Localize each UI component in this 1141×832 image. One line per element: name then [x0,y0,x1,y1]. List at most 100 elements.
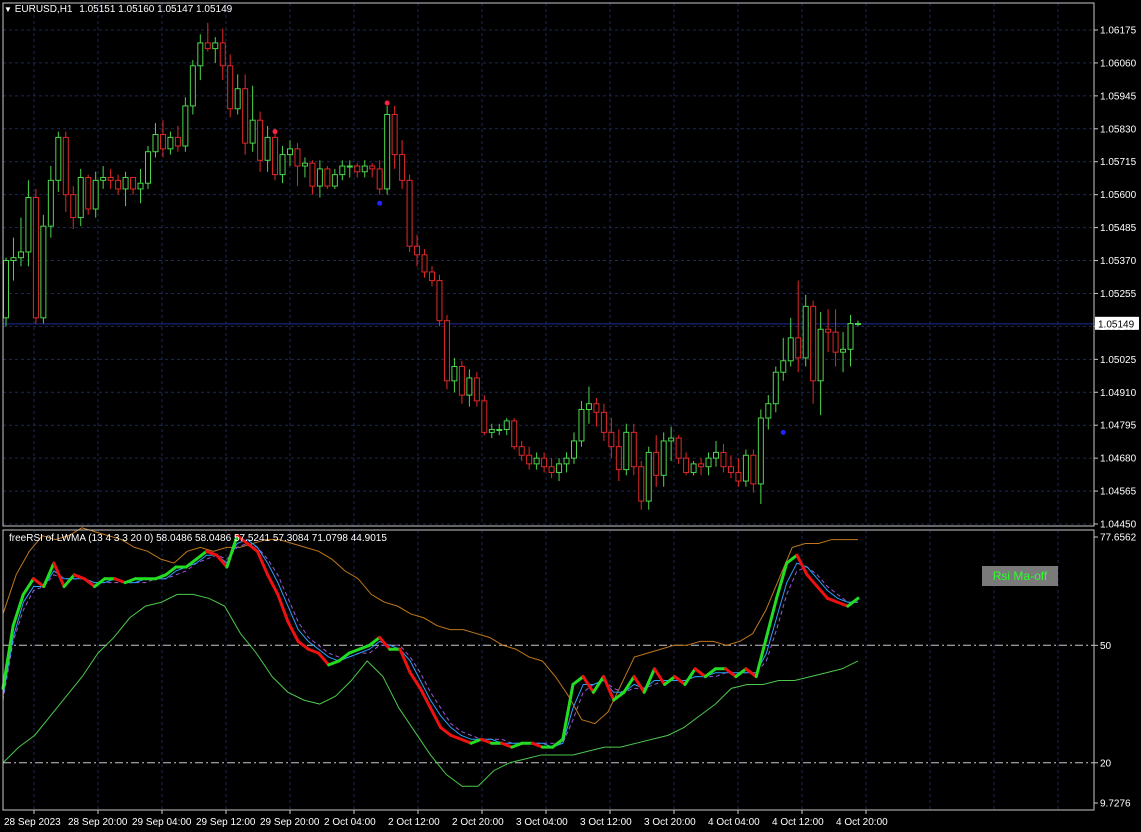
candle-body [526,454,533,465]
indicator-tick-label: 77.6562 [1100,533,1137,544]
candle-body [630,431,637,468]
rsi-segment [632,675,646,694]
rsi-segment [652,667,667,686]
candle-body [795,337,802,359]
rsi-segment [693,667,707,679]
indicator-axis[interactable]: 77.6562 50 20 9.7276 [1094,533,1137,810]
candle-body [189,65,196,107]
price-tick-label: 1.06060 [1100,58,1137,69]
signal-dot [384,100,390,106]
rsi-segment [479,737,494,745]
rsi-segment [266,573,280,596]
rsi-segment [642,667,656,694]
candle-body [130,176,137,190]
candle-body [62,136,69,196]
candle-body [167,136,174,150]
rsi-segment [327,659,341,667]
candle-body [399,154,406,181]
candle-body [481,400,488,433]
candle-body [361,165,368,173]
candle-body [369,165,376,170]
candle-body [316,168,323,187]
rsi-segment [408,671,422,690]
signal-line [2,539,858,748]
signal-dot [780,429,786,435]
candle-body [690,463,697,473]
candle-body [249,119,256,144]
collapse-triangle-icon[interactable]: ▼ [4,5,12,14]
candle-body [122,176,129,190]
candle-body [414,245,421,256]
candle-body [309,162,316,187]
candle-body [324,168,331,187]
candle-body [750,454,757,485]
rsi-segment [469,737,483,745]
candle-body [339,165,346,176]
rsi-segment [439,726,453,737]
price-tick-label: 1.05600 [1100,190,1137,201]
rsi-segment [459,737,473,745]
price-axis[interactable]: 1.06175 1.06060 1.05945 1.05830 1.05715 1.056… [1094,26,1139,531]
time-tick-label: 4 Oct 12:00 [772,817,824,828]
time-tick-label: 3 Oct 20:00 [644,817,696,828]
rsi-segment [571,675,585,686]
price-tick-label: 1.05370 [1100,256,1137,267]
candle-body [518,446,525,456]
candle-body [384,113,391,190]
candle-body [556,463,563,473]
rsi-segment [32,577,46,589]
time-tick-label: 2 Oct 12:00 [388,817,440,828]
candle-body [159,134,166,150]
candle-body [593,403,600,413]
rsi-segment [42,561,56,589]
candle-body [727,466,734,473]
candle-body [212,42,219,50]
price-tick-label: 1.04910 [1100,388,1137,399]
candle-body [227,65,234,110]
candle-body [204,42,211,50]
trading-chart[interactable]: 1.06175 1.06060 1.05945 1.05830 1.05715 1.056… [0,0,1141,832]
candle-body [406,179,413,247]
ohlc-values: 1.05151 1.05160 1.05147 1.05149 [79,4,233,15]
candle-body [47,179,54,227]
candle-body [615,446,622,471]
candle-body [668,437,675,442]
candle-body [107,176,114,181]
candle-body [713,451,719,459]
rsi-segment [317,651,331,667]
candle-body [436,280,443,322]
time-tick-label: 2 Oct 04:00 [324,817,376,828]
candle-body [496,428,503,431]
candle-body [264,136,271,161]
candle-body [548,466,555,473]
candle-body [451,365,458,382]
candle-body [503,420,510,430]
time-tick-label: 4 Oct 04:00 [708,817,760,828]
candle-body [780,360,787,373]
chart-header: ▼ EURUSD,H1 1.05151 1.05160 1.05147 1.05… [4,4,232,15]
time-tick-label: 29 Sep 20:00 [260,817,320,828]
candle-body [653,451,660,476]
time-axis[interactable]: 28 Sep 2023 28 Sep 20:00 29 Sep 04:00 29 Se… [4,810,888,828]
candle-body [585,403,592,410]
rsi-ma-toggle-button[interactable]: Rsi Ma-off [982,566,1058,586]
candle-body [698,463,705,468]
rsi-segment [1,624,15,690]
rsi-segment [530,741,544,749]
rsi-segment [296,639,310,651]
price-tick-label: 1.05945 [1100,91,1137,102]
indicator-tick-label: 20 [1100,758,1112,769]
candle-body [742,454,749,482]
candle-body [219,42,226,67]
rsi-segment [367,635,382,647]
ma-line [2,542,858,744]
rsi-segment [795,553,809,577]
price-tick-label: 1.05025 [1100,355,1137,366]
candle-body [174,136,181,147]
rsi-segment [602,675,616,702]
candle-body [197,42,204,67]
candle-body [541,457,548,468]
candle-body [70,194,77,219]
rsi-segment [306,647,321,655]
candle-body [765,403,772,419]
